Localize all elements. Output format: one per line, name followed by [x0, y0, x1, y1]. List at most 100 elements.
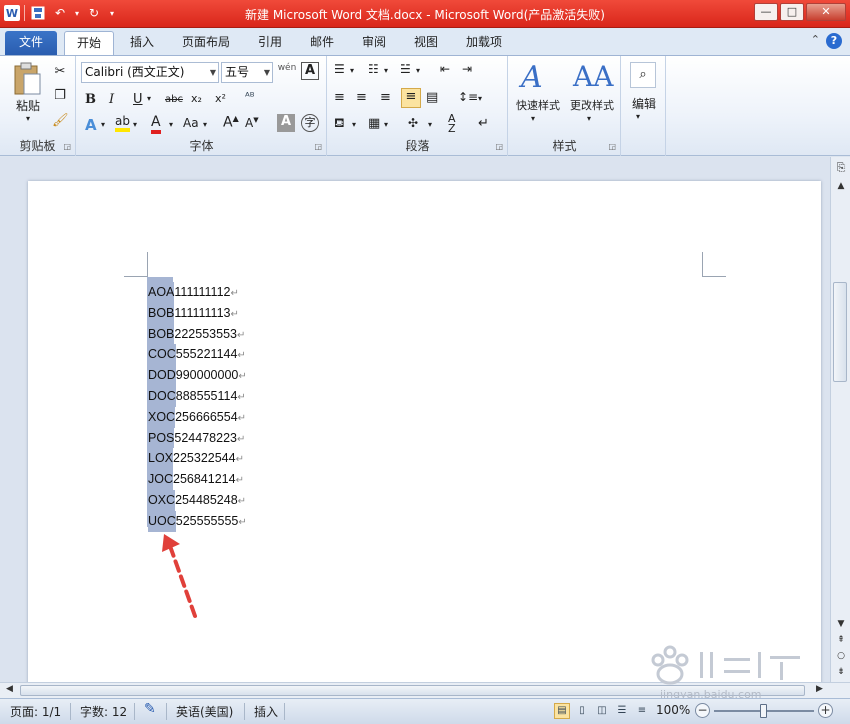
paste-button[interactable]: 粘贴: [8, 98, 48, 113]
zoom-in-button[interactable]: +: [818, 703, 833, 718]
decrease-indent-icon[interactable]: ⇤: [440, 62, 450, 76]
text-line[interactable]: COC555221144↵: [148, 344, 247, 366]
borders-dropdown-icon[interactable]: ▾: [384, 120, 388, 129]
justify-icon[interactable]: ≡: [401, 88, 421, 108]
change-case-dropdown-icon[interactable]: ▾: [203, 120, 207, 129]
strikethrough-icon[interactable]: abc: [165, 94, 183, 105]
tab-page-layout[interactable]: 页面布局: [170, 31, 242, 55]
chinese-layout-icon[interactable]: ✣: [408, 116, 418, 130]
tab-references[interactable]: 引用: [246, 31, 294, 55]
distributed-icon[interactable]: ▤: [426, 90, 438, 105]
tab-insert[interactable]: 插入: [118, 31, 166, 55]
highlight-dropdown-icon[interactable]: ▾: [133, 120, 137, 129]
change-styles-button[interactable]: 更改样式: [565, 98, 619, 112]
font-size-select[interactable]: 五号 ▼: [221, 62, 273, 83]
underline-icon[interactable]: U: [133, 92, 143, 107]
scroll-down-icon[interactable]: ▼: [831, 619, 850, 629]
font-color-icon[interactable]: A: [151, 114, 161, 134]
editing-button[interactable]: 编辑: [626, 96, 662, 111]
status-insert-mode[interactable]: 插入: [254, 703, 278, 720]
line-spacing-icon[interactable]: ↕≡: [458, 90, 478, 104]
clipboard-launcher-icon[interactable]: ◲: [63, 142, 71, 151]
shading-dropdown-icon[interactable]: ▾: [352, 120, 356, 129]
text-effects-dropdown-icon[interactable]: ▾: [101, 120, 105, 129]
ruler-toggle-icon[interactable]: ⎘: [831, 161, 850, 175]
tab-review[interactable]: 审阅: [350, 31, 398, 55]
status-page[interactable]: 页面: 1/1: [10, 703, 61, 720]
quick-styles-icon[interactable]: A: [521, 60, 543, 95]
close-button[interactable]: ✕: [806, 3, 846, 21]
multilevel-list-dropdown-icon[interactable]: ▾: [416, 66, 420, 75]
highlight-icon[interactable]: ab: [115, 114, 130, 132]
tab-view[interactable]: 视图: [402, 31, 450, 55]
font-launcher-icon[interactable]: ◲: [314, 142, 322, 151]
clear-formatting-icon[interactable]: ᴬᴮ: [245, 90, 255, 103]
browse-object-icon[interactable]: ○: [831, 651, 850, 661]
help-icon[interactable]: ?: [826, 33, 842, 49]
vertical-scroll-thumb[interactable]: [833, 282, 847, 382]
text-line[interactable]: UOC525555555↵: [148, 510, 247, 532]
bullets-icon[interactable]: ☰: [334, 62, 345, 76]
tab-file[interactable]: 文件: [5, 31, 57, 55]
scroll-left-icon[interactable]: ◀: [6, 684, 13, 694]
binoculars-icon[interactable]: ⌕: [630, 62, 656, 88]
increase-indent-icon[interactable]: ⇥: [462, 62, 472, 76]
enclose-characters-icon[interactable]: 字: [301, 114, 319, 132]
text-line[interactable]: DOD990000000↵: [148, 365, 247, 386]
text-effects-icon[interactable]: A: [85, 116, 97, 134]
tab-addins[interactable]: 加载项: [454, 31, 514, 55]
zoom-level[interactable]: 100%: [656, 703, 690, 717]
font-name-select[interactable]: Calibri (西文正文) ▼: [81, 62, 219, 83]
quick-styles-button[interactable]: 快速样式: [511, 98, 565, 112]
minimize-button[interactable]: —: [754, 3, 778, 21]
paste-icon[interactable]: [10, 62, 46, 98]
grow-font-icon[interactable]: A▲: [223, 114, 239, 131]
change-styles-dropdown-icon[interactable]: ▾: [587, 114, 591, 123]
minimize-ribbon-icon[interactable]: ⌃: [811, 33, 820, 46]
underline-dropdown-icon[interactable]: ▾: [147, 94, 151, 103]
paste-dropdown-icon[interactable]: ▾: [20, 114, 36, 123]
shading-icon[interactable]: ⛾: [334, 116, 345, 133]
multilevel-list-icon[interactable]: ☱: [400, 62, 411, 76]
change-case-icon[interactable]: Aa: [183, 116, 199, 130]
show-marks-icon[interactable]: ↵: [478, 116, 489, 131]
vertical-scrollbar[interactable]: ⎘ ▲ ▼ ⇞ ○ ⇟: [830, 157, 850, 682]
superscript-icon[interactable]: x²: [215, 92, 226, 105]
align-center-icon[interactable]: ≡: [356, 90, 367, 105]
text-line[interactable]: POS524478223↵: [148, 427, 247, 449]
tab-home[interactable]: 开始: [64, 31, 115, 55]
proofing-icon[interactable]: ✎: [144, 701, 156, 717]
scroll-up-icon[interactable]: ▲: [831, 181, 850, 191]
editing-dropdown-icon[interactable]: ▾: [636, 112, 640, 121]
previous-page-icon[interactable]: ⇞: [831, 635, 850, 645]
zoom-slider-thumb[interactable]: [760, 704, 767, 718]
print-layout-view-icon[interactable]: ▤: [554, 703, 570, 719]
font-color-dropdown-icon[interactable]: ▾: [169, 120, 173, 129]
text-line[interactable]: BOB222553553↵: [148, 323, 247, 345]
status-word-count[interactable]: 字数: 12: [80, 703, 127, 720]
numbering-icon[interactable]: ☷: [368, 62, 379, 76]
numbering-dropdown-icon[interactable]: ▾: [384, 66, 388, 75]
align-right-icon[interactable]: ≡: [380, 90, 391, 105]
full-screen-reading-icon[interactable]: ▯: [574, 703, 590, 719]
document-text[interactable]: AOA111111112↵ BOB111111113↵ BOB222553553…: [148, 282, 247, 532]
quick-styles-dropdown-icon[interactable]: ▾: [531, 114, 535, 123]
scroll-right-icon[interactable]: ▶: [816, 684, 823, 694]
shrink-font-icon[interactable]: A▼: [245, 116, 259, 130]
text-line[interactable]: JOC256841214↵: [148, 469, 247, 490]
character-shading-icon[interactable]: A: [277, 114, 295, 132]
chinese-layout-dropdown-icon[interactable]: ▾: [428, 120, 432, 129]
zoom-out-button[interactable]: −: [695, 703, 710, 718]
document-area[interactable]: [0, 157, 830, 691]
styles-launcher-icon[interactable]: ◲: [608, 142, 616, 151]
bold-icon[interactable]: B: [85, 92, 96, 107]
align-left-icon[interactable]: ≡: [334, 90, 345, 105]
text-line[interactable]: LOX225322544↵: [148, 448, 247, 470]
italic-icon[interactable]: I: [109, 92, 114, 107]
copy-icon[interactable]: ❐: [52, 88, 68, 103]
text-line[interactable]: OXC254485248↵: [148, 489, 247, 511]
line-spacing-dropdown-icon[interactable]: ▾: [478, 94, 482, 103]
text-line[interactable]: AOA111111112↵: [148, 282, 247, 303]
web-layout-icon[interactable]: ◫: [594, 703, 610, 719]
phonetic-guide-icon[interactable]: wén: [277, 63, 297, 73]
